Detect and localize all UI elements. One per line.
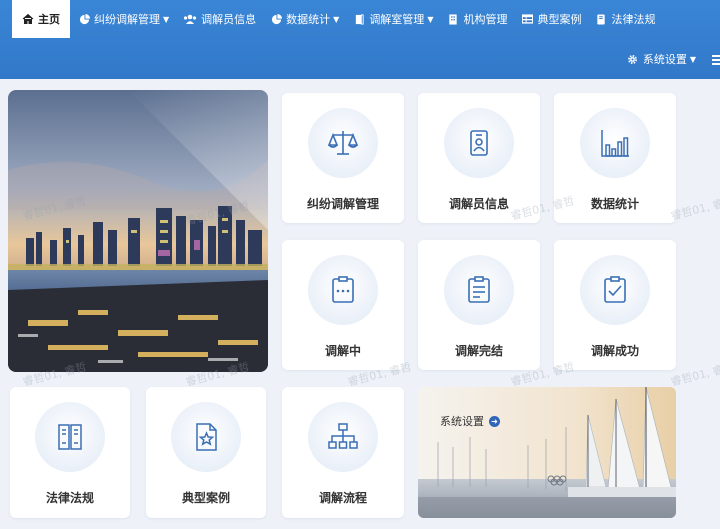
bar-chart-icon — [601, 130, 629, 157]
building-icon — [447, 13, 459, 25]
chevron-down-icon: ▼ — [163, 14, 170, 24]
home-icon — [22, 13, 34, 25]
nav-laws-label: 法律法规 — [611, 13, 656, 26]
chevron-down-icon: ▼ — [333, 14, 340, 24]
nav-settings-label: 系统设置 — [642, 53, 687, 66]
nav-home-label: 主页 — [38, 13, 60, 26]
nav-cases[interactable]: 典型案例 — [521, 0, 581, 38]
tile-icon-circle — [444, 108, 514, 178]
nav-home[interactable]: 主页 — [12, 0, 70, 38]
tile-mediating-label: 调解中 — [324, 344, 361, 358]
nav-stats-label: 数据统计 — [286, 13, 331, 26]
system-settings-link[interactable]: 系统设置 ➜ — [440, 413, 500, 429]
top-navigation: 主页 纠纷调解管理 ▼ 调解员信息 数据统计 ▼ 调解室管理 ▼ 机构管理 典型… — [0, 0, 720, 79]
tile-mediator[interactable]: 调解员信息 — [418, 93, 540, 223]
tile-dispute[interactable]: 纠纷调解管理 — [282, 93, 404, 223]
pie-chart-icon — [270, 13, 282, 25]
city-skyline-image — [8, 90, 268, 372]
tile-process[interactable]: 调解流程 — [282, 387, 404, 518]
tile-cases[interactable]: 典型案例 — [146, 387, 266, 518]
system-settings-label: 系统设置 — [440, 415, 484, 428]
pie-chart-icon — [78, 13, 90, 25]
tile-completed-label: 调解完结 — [454, 344, 503, 358]
nav-mediator[interactable]: 调解员信息 — [183, 0, 256, 38]
tile-icon-circle — [580, 255, 650, 325]
books-icon — [58, 424, 82, 450]
watermark: 睿哲01, 睿哲 — [669, 360, 720, 389]
flowchart-icon — [328, 423, 358, 449]
chevron-down-icon: ▼ — [427, 14, 434, 24]
tile-completed[interactable]: 调解完结 — [418, 240, 540, 370]
clipboard-pending-icon — [332, 276, 354, 303]
nav-cases-label: 典型案例 — [537, 13, 582, 26]
nav-room[interactable]: 调解室管理 ▼ — [353, 0, 433, 38]
system-settings-panel[interactable]: 系统设置 ➜ — [418, 387, 676, 518]
nav-stats[interactable]: 数据统计 ▼ — [270, 0, 339, 38]
tile-stats[interactable]: 数据统计 — [554, 93, 676, 223]
tile-laws[interactable]: 法律法规 — [10, 387, 130, 518]
clipboard-check-icon — [604, 276, 626, 303]
door-icon — [353, 13, 365, 25]
tile-icon-circle — [171, 402, 241, 472]
tile-icon-circle — [580, 108, 650, 178]
tile-success[interactable]: 调解成功 — [554, 240, 676, 370]
tile-icon-circle — [444, 255, 514, 325]
tile-mediating[interactable]: 调解中 — [282, 240, 404, 370]
nav-org[interactable]: 机构管理 — [447, 0, 507, 38]
arrow-right-icon: ➜ — [489, 415, 500, 427]
id-badge-icon — [470, 130, 488, 156]
tile-dispute-label: 纠纷调解管理 — [306, 197, 379, 211]
menu-icon[interactable] — [712, 55, 720, 65]
tile-process-label: 调解流程 — [318, 491, 367, 505]
watermark: 睿哲01, 睿哲 — [669, 194, 720, 223]
gear-icon — [627, 53, 639, 65]
nav-dispute[interactable]: 纠纷调解管理 ▼ — [78, 0, 169, 38]
tile-cases-label: 典型案例 — [181, 491, 230, 505]
tile-icon-circle — [308, 255, 378, 325]
scales-icon — [327, 131, 359, 155]
chevron-down-icon: ▼ — [689, 54, 696, 64]
nav-org-label: 机构管理 — [463, 13, 508, 26]
sailboat-image — [418, 387, 676, 518]
table-icon — [521, 13, 533, 25]
tile-stats-label: 数据统计 — [590, 197, 639, 211]
nav-settings[interactable]: 系统设置 ▼ — [627, 48, 696, 70]
nav-room-label: 调解室管理 — [369, 13, 425, 26]
tile-success-label: 调解成功 — [590, 344, 639, 358]
users-icon — [183, 13, 197, 25]
tile-mediator-label: 调解员信息 — [448, 197, 509, 211]
nav-laws[interactable]: 法律法规 — [595, 0, 655, 38]
book-icon — [595, 13, 607, 25]
clipboard-list-icon — [468, 276, 490, 303]
nav-dispute-label: 纠纷调解管理 — [94, 13, 160, 26]
nav-mediator-label: 调解员信息 — [201, 13, 257, 26]
tile-icon-circle — [308, 402, 378, 472]
tile-laws-label: 法律法规 — [45, 491, 94, 505]
tile-icon-circle — [308, 108, 378, 178]
nav-row: 主页 纠纷调解管理 ▼ 调解员信息 数据统计 ▼ 调解室管理 ▼ 机构管理 典型… — [0, 0, 669, 38]
document-star-icon — [196, 423, 217, 451]
tile-icon-circle — [35, 402, 105, 472]
